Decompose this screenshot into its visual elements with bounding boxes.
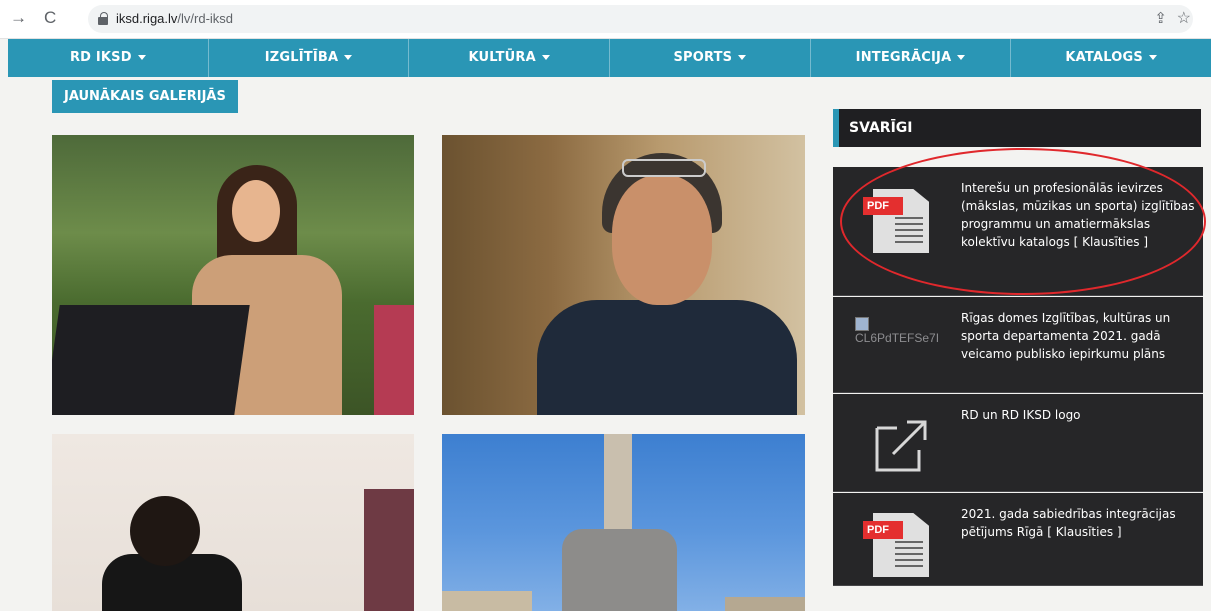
sidebar-item-catalog[interactable]: PDF Interešu un profesionālās ievirzes (… [833,167,1203,296]
photo-building [442,591,532,611]
sidebar-item-label[interactable]: RD un RD IKSD logo [961,406,1199,424]
sidebar-item-label[interactable]: Rīgas domes Izglītības, kultūras un spor… [961,309,1199,363]
gallery-photo-man-portrait[interactable] [442,135,805,415]
gallery-photo-freedom-monument[interactable] [442,434,805,611]
bookmark-star-icon[interactable]: ☆ [1177,8,1191,28]
photo-building [725,597,805,611]
nav-item-kultura[interactable]: KULTŪRA [409,39,611,77]
gallery-photo-woman-laptop[interactable] [52,135,414,415]
reload-icon[interactable]: C [44,8,56,28]
caret-down-icon [541,55,550,60]
sidebar-item-logo[interactable]: RD un RD IKSD logo [833,394,1203,492]
photo-monument [562,529,677,611]
caret-down-icon [1148,55,1157,60]
photo-monument [604,434,632,534]
sidebar-item-procurement-plan[interactable]: CL6PdTEFSe7I Rīgas domes Izglītības, kul… [833,297,1203,393]
caret-down-icon [957,55,966,60]
pdf-icon: PDF [863,513,929,577]
forward-icon[interactable]: → [10,8,27,28]
nav-item-katalogs[interactable]: KATALOGS [1011,39,1211,77]
nav-item-integracija[interactable]: INTEGRĀCIJA [811,39,1012,77]
important-section-heading: SVARĪGI [833,109,1201,147]
nav-item-izglitiba[interactable]: IZGLĪTĪBA [209,39,410,77]
photo-figure [612,175,712,305]
broken-image-icon: CL6PdTEFSe7I [855,317,951,345]
pdf-icon: PDF [863,189,929,253]
caret-down-icon [738,55,747,60]
photo-figure [130,496,200,566]
latest-galleries-tab[interactable]: JAUNĀKAIS GALERIJĀS [52,80,238,113]
photo-laptop [52,305,250,415]
photo-chair [374,305,414,415]
lock-icon[interactable] [98,12,108,25]
sidebar-item-integration-study[interactable]: PDF 2021. gada sabiedrības integrācijas … [833,493,1203,586]
photo-figure [232,180,280,242]
share-icon[interactable]: ⇪ [1154,9,1167,27]
address-bar[interactable]: iksd.riga.lv/lv/rd-iksd ⇪ ☆ [88,5,1193,33]
caret-down-icon [344,55,353,60]
main-navigation: RD IKSD IZGLĪTĪBA KULTŪRA SPORTS INTEGRĀ… [8,39,1211,77]
browser-toolbar: → C iksd.riga.lv/lv/rd-iksd ⇪ ☆ [0,0,1211,39]
photo-figure [364,489,414,611]
nav-item-rd-iksd[interactable]: RD IKSD [8,39,209,77]
external-link-icon [875,420,927,472]
nav-item-sports[interactable]: SPORTS [610,39,811,77]
photo-figure [537,300,797,415]
photo-glasses [622,159,706,177]
sidebar-item-label[interactable]: 2021. gada sabiedrības integrācijas pētī… [961,505,1199,541]
caret-down-icon [137,55,146,60]
sidebar-item-label[interactable]: Interešu un profesionālās ievirzes (māks… [961,179,1199,251]
url-text[interactable]: iksd.riga.lv/lv/rd-iksd [116,11,233,26]
gallery-photo-classroom[interactable] [52,434,414,611]
